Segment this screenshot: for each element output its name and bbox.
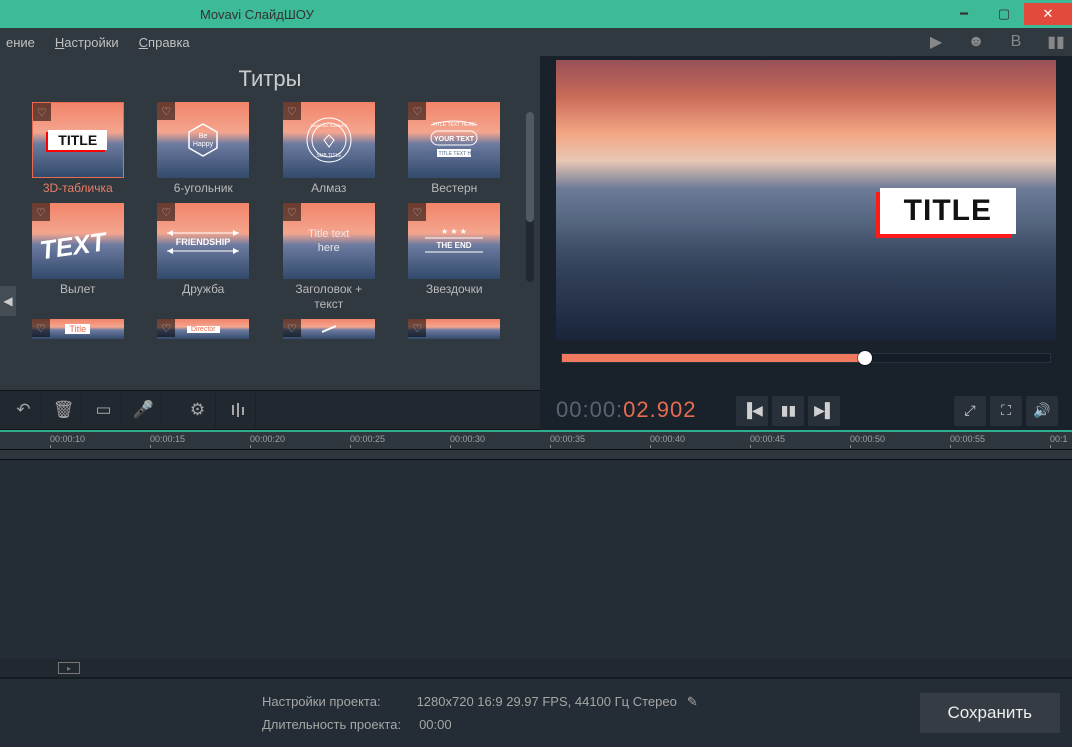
playback-progress[interactable] xyxy=(562,354,1050,362)
duration-value: 00:00 xyxy=(419,713,452,736)
timeline-ruler[interactable]: 00:00:10 00:00:15 00:00:20 00:00:25 00:0… xyxy=(0,432,1072,450)
window-titlebar: Movavi СлайдШОУ ━ ▢ ✕ xyxy=(0,0,1072,28)
thumb-partial-4[interactable]: ♡ xyxy=(399,319,511,339)
timeline-subruler xyxy=(0,450,1072,460)
thumb-label: 3D-табличка xyxy=(43,181,113,195)
thumb-hexagon[interactable]: ♡ BeHappy 6-угольник xyxy=(148,102,260,195)
preview-canvas[interactable]: TITLE xyxy=(556,60,1056,340)
window-title: Movavi СлайдШОУ xyxy=(200,7,314,22)
thumb-partial-2[interactable]: ♡Director xyxy=(148,319,260,339)
thumb-label: Вылет xyxy=(60,282,95,296)
menubar: ение Настройки Справка ▶ ☻ B ▮▮ xyxy=(0,28,1072,56)
maximize-button[interactable]: ▢ xyxy=(984,3,1024,25)
panel-heading: Титры xyxy=(0,56,540,98)
thumb-label: Звездочки xyxy=(426,282,483,296)
thumb-label: Дружба xyxy=(182,282,224,296)
heart-icon[interactable]: ♡ xyxy=(408,319,426,337)
volume-button[interactable]: 🔊 xyxy=(1026,396,1058,426)
svg-text:THE END: THE END xyxy=(437,241,472,250)
titles-panel: ◀ Титры ♡ TITLE 3D-табличка ♡ BeHappy 6-… xyxy=(0,56,540,390)
fullscreen-button[interactable]: ⛶ xyxy=(990,396,1022,426)
save-button[interactable]: Сохранить xyxy=(920,693,1060,733)
svg-text:SUB TITLE: SUB TITLE xyxy=(316,153,342,159)
settings-label: Настройки проекта: xyxy=(262,690,381,713)
preview-pane: TITLE xyxy=(540,56,1072,390)
thumb-label: Вестерн xyxy=(431,181,477,195)
thumb-label: 6-угольник xyxy=(174,181,233,195)
svg-text:AND TITLE TEXT HERE: AND TITLE TEXT HERE xyxy=(427,151,482,157)
heart-icon[interactable]: ♡ xyxy=(32,203,50,221)
svg-text:Happy: Happy xyxy=(193,141,214,148)
heart-icon[interactable]: ♡ xyxy=(32,319,50,337)
playhead-handle[interactable] xyxy=(858,351,872,365)
thumb-druzhba[interactable]: ♡ FRIENDSHIP Дружба xyxy=(148,203,260,311)
timeline-tracks[interactable] xyxy=(0,460,1072,674)
mic-button[interactable]: 🎤 xyxy=(126,393,162,427)
pop-out-button[interactable]: ⤢ xyxy=(954,396,986,426)
heart-icon[interactable]: ♡ xyxy=(283,319,301,337)
thumb-label: Алмаз xyxy=(311,181,346,195)
thumb-label: Заголовок + текст xyxy=(280,282,378,311)
heart-icon[interactable]: ♡ xyxy=(157,102,175,120)
vk-icon[interactable]: B xyxy=(1006,32,1026,52)
playback-controls: 00:00:02.902 ▐◀ ▮▮ ▶▌ ⤢ ⛶ 🔊 xyxy=(540,390,1072,430)
small-strip: ▸ xyxy=(0,659,1072,677)
trash-button[interactable]: 🗑 xyxy=(46,393,82,427)
thumb-western[interactable]: ♡ TITLE TEXT HERE YOUR TEXT AND TITLE TEXT… xyxy=(399,102,511,195)
undo-button[interactable]: ↶ xyxy=(6,393,42,427)
thumb-grid: ♡ TITLE 3D-табличка ♡ BeHappy 6-угольник… xyxy=(0,98,540,343)
gear-button[interactable]: ⚙ xyxy=(180,393,216,427)
project-info: Настройки проекта: 1280x720 16:9 29.97 F… xyxy=(262,690,698,737)
main-split: ◀ Титры ♡ TITLE 3D-табличка ♡ BeHappy 6-… xyxy=(0,56,1072,390)
equalizer-button[interactable] xyxy=(220,393,256,427)
youtube-icon[interactable]: ▶ xyxy=(926,32,946,52)
footer: Настройки проекта: 1280x720 16:9 29.97 F… xyxy=(0,677,1072,747)
toolbar: ↶ 🗑 ▭ 🎤 ⚙ xyxy=(0,390,540,430)
collapse-tab[interactable]: ◀ xyxy=(0,286,16,316)
timecode-display: 00:00:02.902 xyxy=(556,397,696,424)
heart-icon[interactable]: ♡ xyxy=(33,103,51,121)
menu-settings[interactable]: Настройки xyxy=(55,35,119,50)
pause-button[interactable]: ▮▮ xyxy=(772,396,804,426)
panel-scrollbar[interactable] xyxy=(526,112,534,282)
thumb-3d-tablichka[interactable]: ♡ TITLE 3D-табличка xyxy=(22,102,134,195)
svg-text:AMAZING SUMMER: AMAZING SUMMER xyxy=(310,123,347,128)
heart-icon[interactable]: ♡ xyxy=(408,203,426,221)
thumb-vylet[interactable]: ♡ TEXT Вылет xyxy=(22,203,134,311)
minimize-button[interactable]: ━ xyxy=(944,3,984,25)
pencil-icon[interactable]: ✎ xyxy=(687,690,698,713)
menu-view[interactable]: ение xyxy=(6,35,35,50)
settings-value: 1280x720 16:9 29.97 FPS, 44100 Гц Стерео xyxy=(417,690,677,713)
next-button[interactable]: ▶▌ xyxy=(808,396,840,426)
thumb-partial-1[interactable]: ♡Title xyxy=(22,319,134,339)
preview-title-overlay[interactable]: TITLE xyxy=(880,188,1016,234)
film-icon[interactable]: ▸ xyxy=(58,662,80,674)
thumb-partial-3[interactable]: ♡ xyxy=(273,319,385,339)
svg-text:Be: Be xyxy=(199,133,208,140)
prev-button[interactable]: ▐◀ xyxy=(736,396,768,426)
ok-icon[interactable]: ☻ xyxy=(966,32,986,52)
heart-icon[interactable]: ♡ xyxy=(157,203,175,221)
heart-icon[interactable]: ♡ xyxy=(283,203,301,221)
heart-icon[interactable]: ♡ xyxy=(408,102,426,120)
image-button[interactable]: ▭ xyxy=(86,393,122,427)
camera-icon[interactable]: ▮▮ xyxy=(1046,32,1066,52)
heart-icon[interactable]: ♡ xyxy=(157,319,175,337)
duration-label: Длительность проекта: xyxy=(262,713,401,736)
thumb-almaz[interactable]: ♡ AMAZING SUMMER SUB TITLE Алмаз xyxy=(273,102,385,195)
close-button[interactable]: ✕ xyxy=(1024,3,1072,25)
thumb-zvezdochki[interactable]: ♡ ★ ★ ★ THE END Звездочки xyxy=(399,203,511,311)
svg-text:TITLE TEXT HERE: TITLE TEXT HERE xyxy=(433,122,477,128)
thumb-zagolovok-text[interactable]: ♡ Title texthere Заголовок + текст xyxy=(273,203,385,311)
heart-icon[interactable]: ♡ xyxy=(283,102,301,120)
menu-help[interactable]: Справка xyxy=(139,35,190,50)
svg-text:YOUR TEXT: YOUR TEXT xyxy=(434,136,475,143)
svg-text:★ ★ ★: ★ ★ ★ xyxy=(441,227,467,236)
svg-text:FRIENDSHIP: FRIENDSHIP xyxy=(176,237,231,247)
